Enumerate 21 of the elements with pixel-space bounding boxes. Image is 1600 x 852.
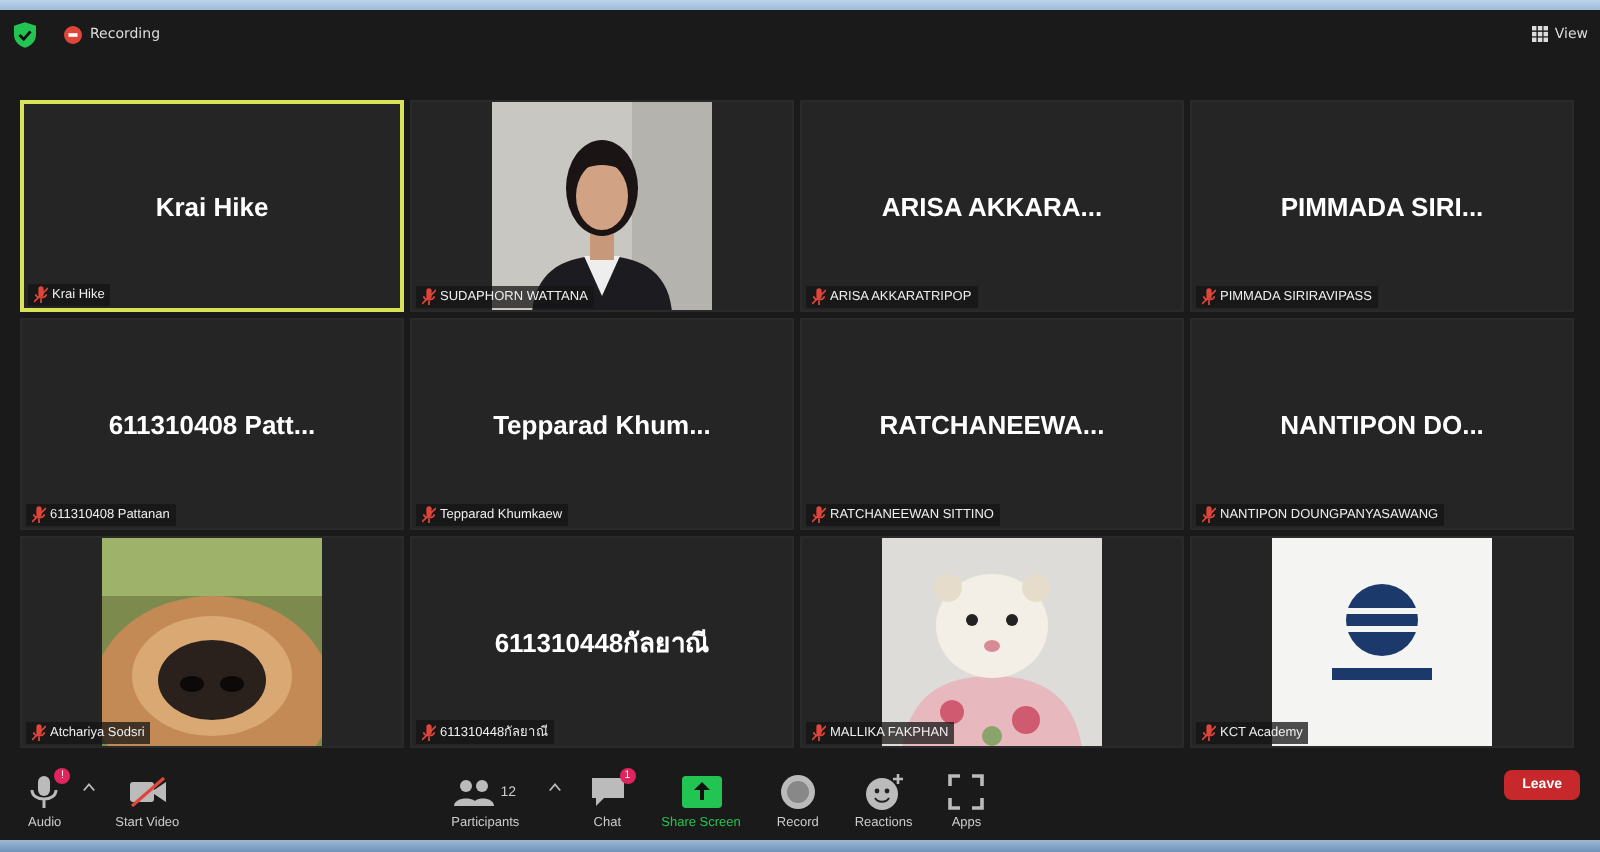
people-icon bbox=[454, 778, 495, 806]
video-off-icon bbox=[127, 776, 168, 808]
participant-name: PIMMADA SIRI... bbox=[1280, 191, 1484, 221]
caret-icon[interactable] bbox=[547, 782, 562, 792]
caret-icon[interactable] bbox=[81, 782, 96, 792]
shield-icon[interactable] bbox=[14, 21, 36, 47]
participant-name: Tepparad Khum... bbox=[493, 409, 711, 439]
apps-icon bbox=[948, 774, 985, 810]
participant-name: NANTIPON DO... bbox=[1280, 409, 1484, 439]
grid-icon bbox=[1532, 26, 1549, 42]
participant-name: 611310448กัลยาณี bbox=[494, 625, 710, 661]
chat-icon bbox=[589, 776, 626, 808]
recording-icon bbox=[64, 25, 82, 43]
participant-name: ARISA AKKARA... bbox=[881, 191, 1103, 221]
share-screen-icon bbox=[681, 776, 722, 808]
participant-name: Krai Hike bbox=[155, 191, 269, 221]
microphone-icon bbox=[28, 774, 61, 810]
smiley-icon bbox=[863, 774, 904, 810]
record-icon bbox=[779, 774, 816, 810]
participant-name: 611310408 Patt... bbox=[108, 409, 316, 439]
participant-name: RATCHANEEWA... bbox=[879, 409, 1105, 439]
